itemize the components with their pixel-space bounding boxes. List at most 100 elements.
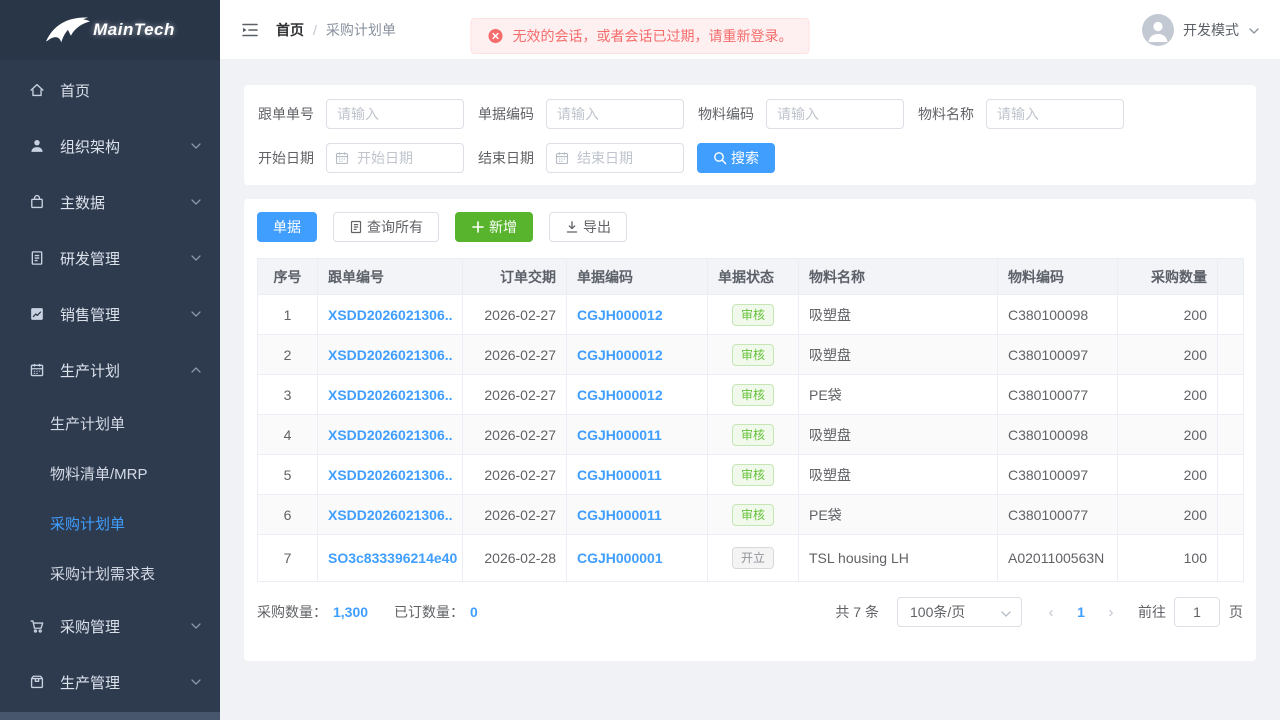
material-code-input[interactable]: [766, 99, 904, 129]
sidebar-item-manufacturing[interactable]: 生产管理: [0, 654, 220, 710]
cell-doc-code-link[interactable]: CGJH000012: [567, 375, 708, 415]
sidebar-item-home[interactable]: 首页: [0, 62, 220, 118]
track-no-input[interactable]: [326, 99, 464, 129]
chevron-down-icon: [1000, 607, 1012, 619]
chevron-down-icon: [190, 196, 202, 208]
sidebar-item-rd[interactable]: 研发管理: [0, 230, 220, 286]
table-panel: 单据 查询所有 新增 导出: [244, 199, 1256, 661]
sidebar-subitem-label: 采购计划需求表: [50, 563, 155, 584]
sidebar: MainTech 首页 组织架构 主数据: [0, 0, 220, 720]
sidebar-subitem-label: 物料清单/MRP: [50, 463, 148, 484]
sidebar-item-label: 主数据: [60, 192, 105, 213]
goto-label: 前往: [1138, 602, 1166, 622]
cell-track-no-link[interactable]: XSDD2026021306..: [318, 415, 463, 455]
app-root: MainTech 首页 组织架构 主数据: [0, 0, 1280, 720]
sidebar-subitem-purchase-plan-demand[interactable]: 采购计划需求表: [0, 548, 220, 598]
status-badge: 审核: [732, 424, 774, 446]
field-label: 物料编码: [698, 104, 754, 124]
search-row-2: 开始日期 结束日期: [258, 142, 1242, 174]
purchase-plan-table: 序号 跟单编号 订单交期 单据编码 单据状态 物料名称 物料编码 采购数量 1: [257, 258, 1244, 582]
search-button-label: 搜索: [731, 148, 759, 168]
col-seq: 序号: [258, 259, 318, 295]
sidebar-item-label: 生产计划: [60, 360, 120, 381]
col-delivery-date: 订单交期: [463, 259, 567, 295]
cell-delivery-date: 2026-02-28: [463, 535, 567, 582]
field-track-no: 跟单单号: [258, 99, 464, 129]
cell-delivery-date: 2026-02-27: [463, 295, 567, 335]
cell-gutter: [1218, 535, 1244, 582]
user-menu[interactable]: 开发模式: [1142, 14, 1260, 46]
main-area: 首页 / 采购计划单 开发模式 无效的会话，或者会话已过期，请重新登录。: [220, 0, 1280, 720]
user-icon: [28, 137, 46, 155]
breadcrumb-current: 采购计划单: [326, 20, 396, 40]
material-name-input[interactable]: [986, 99, 1124, 129]
ordered-qty-label: 已订数量：: [394, 602, 464, 622]
cell-doc-code-link[interactable]: CGJH000011: [567, 455, 708, 495]
end-date-input[interactable]: [546, 143, 684, 173]
chevron-down-icon: [190, 676, 202, 688]
sidebar-item-master-data[interactable]: 主数据: [0, 174, 220, 230]
search-button[interactable]: 搜索: [697, 143, 775, 173]
start-date-input[interactable]: [326, 143, 464, 173]
sidebar-fold-icon[interactable]: [240, 20, 260, 40]
chart-icon: [28, 305, 46, 323]
cell-status: 审核: [708, 455, 799, 495]
box-icon: [28, 673, 46, 691]
sidebar-item-org[interactable]: 组织架构: [0, 118, 220, 174]
page-number-1[interactable]: 1: [1066, 604, 1096, 620]
export-button-label: 导出: [583, 217, 611, 237]
cell-gutter: [1218, 455, 1244, 495]
cell-material-name: 吸塑盘: [799, 415, 998, 455]
cell-doc-code-link[interactable]: CGJH000011: [567, 415, 708, 455]
cell-doc-code-link[interactable]: CGJH000012: [567, 335, 708, 375]
search-icon: [713, 151, 727, 165]
doc-button[interactable]: 单据: [257, 212, 317, 242]
cell-seq: 7: [258, 535, 318, 582]
sidebar-item-sales[interactable]: 销售管理: [0, 286, 220, 342]
sidebar-subitem-bom-mrp[interactable]: 物料清单/MRP: [0, 448, 220, 498]
field-label: 结束日期: [478, 148, 534, 168]
doc-button-label: 单据: [273, 217, 301, 237]
cell-doc-code-link[interactable]: CGJH000011: [567, 495, 708, 535]
cell-delivery-date: 2026-02-27: [463, 455, 567, 495]
cell-track-no-link[interactable]: XSDD2026021306..: [318, 455, 463, 495]
cell-track-no-link[interactable]: SO3c833396214e40: [318, 535, 463, 582]
chevron-up-icon: [190, 364, 202, 376]
prev-page-button[interactable]: ‹: [1036, 604, 1066, 621]
content: 跟单单号 单据编码 物料编码 物料名称: [220, 60, 1280, 720]
cell-track-no-link[interactable]: XSDD2026021306..: [318, 495, 463, 535]
add-button[interactable]: 新增: [455, 212, 533, 242]
export-button[interactable]: 导出: [549, 212, 627, 242]
status-badge: 审核: [732, 384, 774, 406]
bag-icon: [28, 193, 46, 211]
cell-track-no-link[interactable]: XSDD2026021306..: [318, 375, 463, 415]
cell-track-no-link[interactable]: XSDD2026021306..: [318, 295, 463, 335]
brand-name: MainTech: [93, 20, 175, 40]
calendar-icon: [28, 361, 46, 379]
chevron-down-icon: [190, 620, 202, 632]
query-all-button-label: 查询所有: [367, 217, 423, 237]
brand-logo[interactable]: MainTech: [0, 0, 220, 60]
chevron-down-icon: [1248, 24, 1260, 36]
purchase-qty-stat: 采购数量： 1,300: [257, 602, 368, 622]
cell-track-no-link[interactable]: XSDD2026021306..: [318, 335, 463, 375]
query-all-button[interactable]: 查询所有: [333, 212, 439, 242]
cell-delivery-date: 2026-02-27: [463, 375, 567, 415]
cell-doc-code-link[interactable]: CGJH000012: [567, 295, 708, 335]
page-size-select[interactable]: 100条/页: [897, 597, 1022, 627]
goto-page-input[interactable]: [1174, 597, 1220, 627]
sidebar-item-production-plan[interactable]: 生产计划: [0, 342, 220, 398]
sidebar-subitem-production-plan-order[interactable]: 生产计划单: [0, 398, 220, 448]
cell-doc-code-link[interactable]: CGJH000001: [567, 535, 708, 582]
toolbar: 单据 查询所有 新增 导出: [257, 212, 1243, 242]
next-page-button[interactable]: ›: [1096, 604, 1126, 621]
sidebar-item-label: 采购管理: [60, 616, 120, 637]
add-button-label: 新增: [489, 217, 517, 237]
col-material-name: 物料名称: [799, 259, 998, 295]
doc-code-input[interactable]: [546, 99, 684, 129]
breadcrumb-home[interactable]: 首页: [276, 20, 304, 40]
sidebar-item-purchase[interactable]: 采购管理: [0, 598, 220, 654]
ordered-qty-value: 0: [470, 604, 478, 620]
cell-material-name: PE袋: [799, 375, 998, 415]
sidebar-subitem-purchase-plan[interactable]: 采购计划单: [0, 498, 220, 548]
